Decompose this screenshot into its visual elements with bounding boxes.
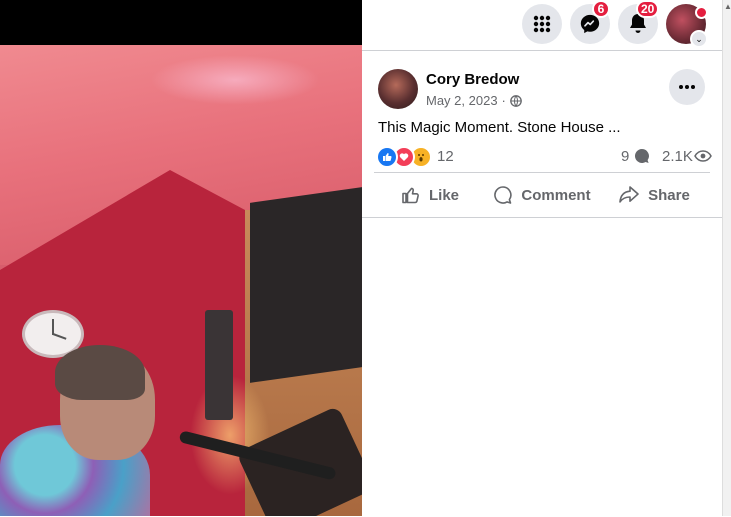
notifications-button[interactable]: 20 bbox=[618, 0, 660, 44]
scroll-up-arrow-icon[interactable]: ▲ bbox=[724, 2, 731, 11]
post-meta: May 2, 2023 · bbox=[426, 93, 522, 108]
post-panel: Cory Bredow May 2, 2023 · This Magic Mom… bbox=[362, 50, 722, 517]
top-navigation: 6 20 ⌄ bbox=[362, 0, 731, 50]
comment-label: Comment bbox=[521, 186, 591, 204]
share-button[interactable]: Share bbox=[598, 177, 710, 213]
scrollbar[interactable] bbox=[722, 0, 731, 516]
comment-bubble-icon bbox=[634, 149, 649, 163]
thumbs-up-icon bbox=[402, 187, 419, 204]
comment-icon bbox=[494, 186, 513, 204]
menu-button[interactable] bbox=[522, 4, 562, 44]
share-icon bbox=[619, 186, 639, 203]
performer-hair bbox=[55, 345, 145, 400]
post-date[interactable]: May 2, 2023 bbox=[426, 93, 498, 108]
chevron-down-icon[interactable]: ⌄ bbox=[690, 30, 708, 48]
video-scene-panel bbox=[250, 187, 362, 383]
video-frame[interactable] bbox=[0, 45, 362, 516]
post-actions: Like Comment Share bbox=[374, 177, 710, 213]
video-scene-speaker bbox=[205, 310, 233, 420]
divider bbox=[374, 172, 710, 173]
reactions-summary[interactable]: 12 9 2.1K bbox=[376, 145, 712, 168]
notifications-badge: 20 bbox=[636, 0, 660, 18]
video-scene-light bbox=[150, 55, 320, 105]
messenger-button[interactable]: 6 bbox=[570, 0, 610, 44]
comment-button[interactable]: Comment bbox=[486, 177, 598, 213]
views-count: 2.1K bbox=[662, 148, 693, 165]
reaction-count[interactable]: 12 bbox=[437, 148, 454, 165]
comment-count[interactable]: 9 bbox=[621, 148, 629, 165]
author-name[interactable]: Cory Bredow bbox=[426, 71, 519, 88]
share-label: Share bbox=[648, 186, 690, 204]
globe-icon[interactable] bbox=[510, 94, 522, 107]
post-text[interactable]: This Magic Moment. Stone House ... bbox=[378, 119, 621, 136]
eye-icon bbox=[694, 150, 712, 162]
divider bbox=[362, 217, 722, 218]
more-horizontal-icon bbox=[679, 85, 695, 89]
grid-icon bbox=[533, 15, 551, 33]
like-label: Like bbox=[428, 186, 459, 204]
like-button[interactable]: Like bbox=[374, 177, 486, 213]
meta-separator: · bbox=[501, 93, 506, 108]
video-player[interactable] bbox=[0, 0, 362, 516]
like-icon bbox=[376, 146, 398, 168]
author-avatar[interactable] bbox=[378, 69, 418, 109]
account-status-dot bbox=[695, 6, 708, 19]
post-options-button[interactable] bbox=[669, 69, 705, 105]
messenger-badge: 6 bbox=[592, 0, 610, 18]
